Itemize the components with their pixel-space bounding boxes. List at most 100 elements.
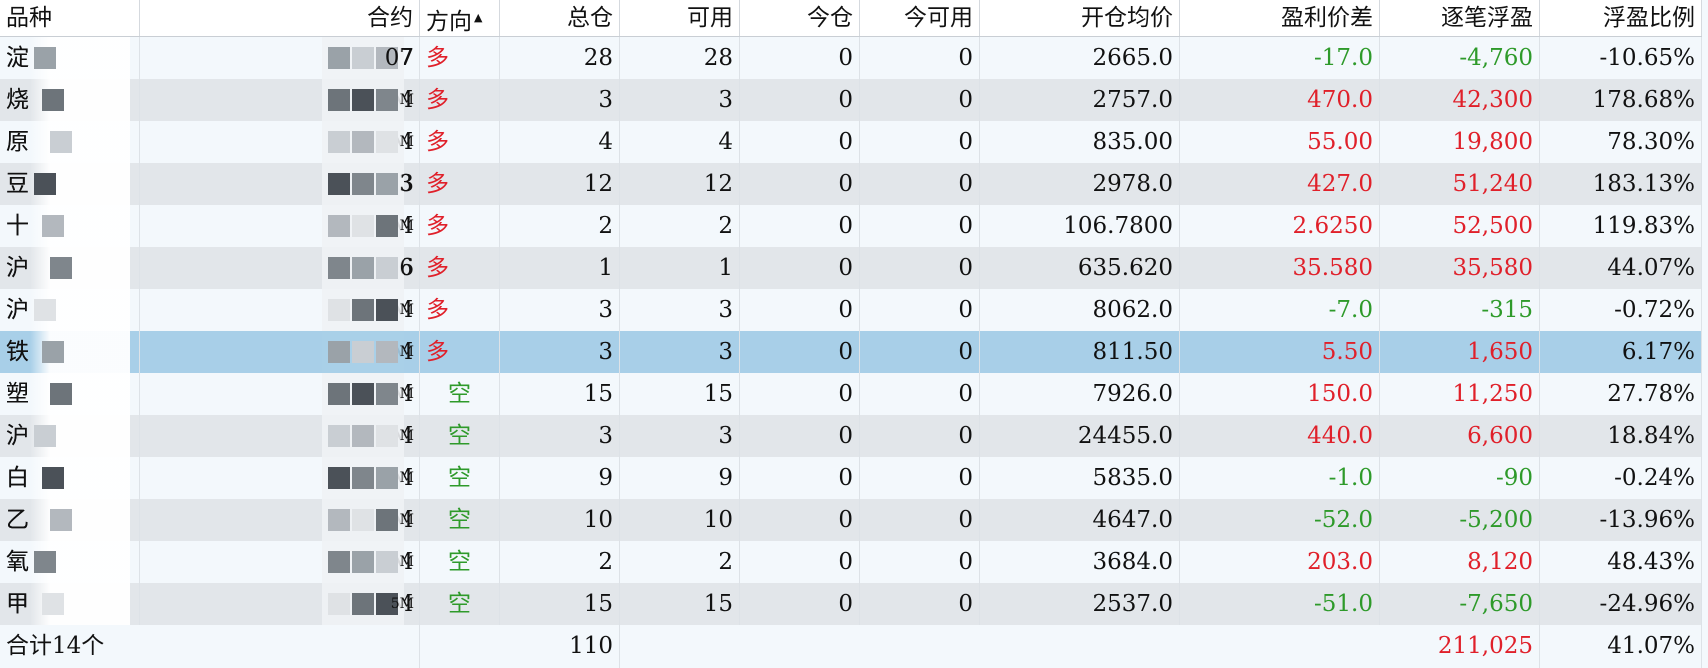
cell-total: 12 [500, 163, 620, 205]
cell-float-pnl: 6,600 [1380, 415, 1540, 457]
cell-pnl-diff: 203.0 [1180, 541, 1380, 583]
cell-direction: 多 [420, 121, 500, 163]
mosaic-block [50, 509, 72, 531]
cell-today: 0 [740, 373, 860, 415]
table-row[interactable]: 沪 6 多 1 1 0 0 635.620 35.580 35,580 44.07% 6 沪 [0, 247, 1708, 289]
table-row[interactable]: 淀07多2828002665.0-17.0-4,760-10.65%07淀 [0, 37, 1708, 79]
table-row[interactable]: 乙M空1010004647.0-52.0-5,200-13.96%M乙 [0, 499, 1708, 541]
cell-today-avail: 0 [860, 79, 980, 121]
mosaic-block [42, 593, 64, 615]
table-row[interactable]: 白M空99005835.0-1.0-90-0.24%M白 [0, 457, 1708, 499]
cell-available: 3 [620, 79, 740, 121]
cell-float-ratio: -13.96% [1540, 499, 1702, 541]
table-row[interactable]: 沪M多33008062.0-7.0-315-0.72%M沪 [0, 289, 1708, 331]
cell-today-avail: 0 [860, 163, 980, 205]
table-row[interactable]: 豆 3 多 12 12 0 0 2978.0 427.0 51,240 183.13% 3 豆 [0, 163, 1708, 205]
variety-prefix: 白 [6, 465, 29, 491]
col-header-available[interactable]: 可用 [620, 0, 740, 36]
variety-prefix: 原 [6, 129, 29, 155]
col-label: 今可用 [904, 5, 973, 31]
table-row[interactable]: 氧M空22003684.0203.08,12048.43%M氧 [0, 541, 1708, 583]
table-row[interactable]: 塑M空1515007926.0150.011,25027.78%M塑 [0, 373, 1708, 415]
contract-suffix: M [399, 428, 414, 444]
cell-direction: 空 [420, 373, 500, 415]
table-row[interactable]: 甲5M空1515002537.0-51.0-7,650-24.96%5M甲 [0, 583, 1708, 625]
mosaic-block [50, 257, 72, 279]
col-header-float-ratio[interactable]: 浮盈比例 [1540, 0, 1702, 36]
cell-float-ratio: -10.65% [1540, 37, 1702, 79]
cell-pnl-diff: -1.0 [1180, 457, 1380, 499]
cell-pnl-diff: 440.0 [1180, 415, 1380, 457]
col-header-today-avail[interactable]: 今可用 [860, 0, 980, 36]
totals-float-ratio: 41.07% [1540, 625, 1702, 668]
cell-available: 15 [620, 583, 740, 625]
privacy-mask [30, 247, 130, 289]
cell-pnl-diff: 150.0 [1180, 373, 1380, 415]
table-row[interactable]: 沪M空330024455.0440.06,60018.84%M沪 [0, 415, 1708, 457]
cell-float-ratio: 18.84% [1540, 415, 1702, 457]
cell-available: 10 [620, 499, 740, 541]
cell-direction: 空 [420, 457, 500, 499]
cell-direction: 多 [420, 289, 500, 331]
col-label: 方向 [426, 9, 472, 35]
cell-available: 3 [620, 331, 740, 373]
col-header-variety[interactable]: 品种 [0, 0, 140, 36]
cell-direction: 空 [420, 415, 500, 457]
table-row[interactable]: 原M多4400835.0055.0019,80078.30%M原 [0, 121, 1708, 163]
cell-total: 3 [500, 289, 620, 331]
cell-today-avail: 0 [860, 37, 980, 79]
col-header-pnl-diff[interactable]: 盈利价差 [1180, 0, 1380, 36]
cell-today: 0 [740, 499, 860, 541]
contract-suffix: 3 [399, 171, 414, 197]
table-row[interactable]: 烧M多33002757.0470.042,300178.68%M烧 [0, 79, 1708, 121]
cell-today-avail: 0 [860, 457, 980, 499]
cell-total: 3 [500, 79, 620, 121]
cell-today-avail: 0 [860, 247, 980, 289]
col-header-contract[interactable]: 合约 [140, 0, 420, 36]
cell-float-pnl: 8,120 [1380, 541, 1540, 583]
table-row[interactable]: 铁M多3300811.505.501,6506.17%M铁 [0, 331, 1708, 373]
cell-today-avail: 0 [860, 541, 980, 583]
cell-float-pnl: -90 [1380, 457, 1540, 499]
cell-total: 3 [500, 331, 620, 373]
cell-today-avail: 0 [860, 415, 980, 457]
cell-pnl-diff: 2.6250 [1180, 205, 1380, 247]
contract-suffix: 07 [384, 45, 414, 71]
table-row[interactable]: 十M多2200106.78002.625052,500119.83%M十 [0, 205, 1708, 247]
col-header-direction[interactable]: 方向 ▲ [420, 0, 500, 36]
contract-suffix: M [399, 302, 414, 318]
contract-suffix: 6 [399, 255, 414, 281]
col-header-float-pnl[interactable]: 逐笔浮盈 [1380, 0, 1540, 36]
contract-suffix: M [399, 512, 414, 528]
cell-today: 0 [740, 163, 860, 205]
cell-pnl-diff: 470.0 [1180, 79, 1380, 121]
cell-open-avg: 2537.0 [980, 583, 1180, 625]
contract-suffix: M [399, 386, 414, 402]
cell-pnl-diff: 427.0 [1180, 163, 1380, 205]
cell-direction: 多 [420, 247, 500, 289]
cell-float-pnl: -315 [1380, 289, 1540, 331]
contract-suffix: M [399, 92, 414, 108]
cell-total: 2 [500, 541, 620, 583]
col-header-today[interactable]: 今仓 [740, 0, 860, 36]
totals-total: 110 [500, 625, 620, 668]
cell-open-avg: 2665.0 [980, 37, 1180, 79]
cell-today: 0 [740, 121, 860, 163]
cell-today: 0 [740, 457, 860, 499]
cell-direction: 空 [420, 583, 500, 625]
cell-float-pnl: 35,580 [1380, 247, 1540, 289]
cell-today-avail: 0 [860, 373, 980, 415]
col-header-total[interactable]: 总仓 [500, 0, 620, 36]
cell-today: 0 [740, 205, 860, 247]
cell-float-ratio: -0.24% [1540, 457, 1702, 499]
cell-today-avail: 0 [860, 583, 980, 625]
cell-open-avg: 4647.0 [980, 499, 1180, 541]
cell-open-avg: 811.50 [980, 331, 1180, 373]
variety-prefix: 烧 [6, 87, 29, 113]
scrollbar-track[interactable] [1702, 0, 1708, 668]
cell-total: 10 [500, 499, 620, 541]
cell-today-avail: 0 [860, 121, 980, 163]
col-header-open-avg[interactable]: 开仓均价 [980, 0, 1180, 36]
cell-pnl-diff: -17.0 [1180, 37, 1380, 79]
grid-header: 品种 合约 方向 ▲ 总仓 可用 今仓 今可用 开仓均价 盈利价差 逐笔浮盈 浮盈… [0, 0, 1708, 37]
